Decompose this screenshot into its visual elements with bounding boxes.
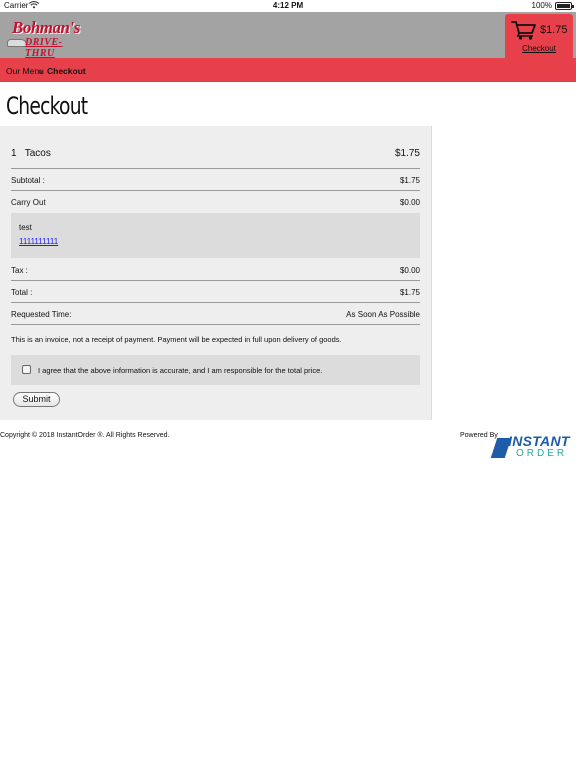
checkout-link[interactable]: Checkout xyxy=(505,44,573,53)
logo-word-order: ORDER xyxy=(516,448,568,459)
item-quantity: 1 xyxy=(11,148,17,159)
shopping-cart-icon xyxy=(511,20,537,40)
site-header: Bohman's DRIVE-THRU $1.75 Checkout xyxy=(0,12,576,59)
requested-time-value: As Soon As Possible xyxy=(346,310,420,319)
divider xyxy=(11,302,420,303)
submit-button[interactable]: Submit xyxy=(13,392,60,407)
carry-out-value: $0.00 xyxy=(399,198,420,207)
divider xyxy=(11,190,420,191)
item-price: $1.75 xyxy=(394,148,420,159)
divider xyxy=(11,280,420,281)
clock: 4:12 PM xyxy=(272,1,304,10)
restaurant-logo[interactable]: Bohman's DRIVE-THRU xyxy=(7,18,91,59)
tax-value: $0.00 xyxy=(399,266,420,275)
customer-phone-link[interactable]: 1111111111 xyxy=(19,237,58,246)
logo-tagline: DRIVE-THRU xyxy=(25,37,63,59)
checkout-panel: 1 Tacos $1.75 Subtotal : $1.75 Carry Out… xyxy=(0,126,432,420)
divider xyxy=(11,324,420,325)
subtotal-value: $1.75 xyxy=(399,176,420,185)
item-name: Tacos xyxy=(24,148,51,159)
invoice-note: This is an invoice, not a receipt of pay… xyxy=(11,335,342,344)
status-bar: Carrier 4:12 PM 100% xyxy=(0,0,576,12)
total-label: Total : xyxy=(11,288,33,297)
logo-brand-text: Bohman's xyxy=(12,18,80,37)
car-icon xyxy=(7,39,27,47)
subtotal-label: Subtotal : xyxy=(11,176,45,185)
copyright-text: Copyright © 2018 InstantOrder ®. All Rig… xyxy=(0,432,170,439)
agreement-box: I agree that the above information is ac… xyxy=(11,355,420,385)
powered-by-label: Powered By xyxy=(460,432,498,439)
cart-total: $1.75 xyxy=(540,24,568,36)
battery-icon xyxy=(555,2,574,10)
agree-label: I agree that the above information is ac… xyxy=(38,366,323,375)
tax-label: Tax : xyxy=(11,266,28,275)
instantorder-logo[interactable]: INSTANT ORDER xyxy=(490,432,572,460)
page-title: Checkout xyxy=(6,92,88,120)
total-value: $1.75 xyxy=(399,288,420,297)
requested-time-label: Requested Time: xyxy=(11,310,72,319)
customer-name: test xyxy=(19,223,32,232)
agree-checkbox[interactable] xyxy=(22,365,31,374)
breadcrumb-separator: » xyxy=(38,66,43,76)
cart-button[interactable]: $1.75 Checkout xyxy=(505,14,573,58)
carry-out-label: Carry Out xyxy=(11,198,46,207)
customer-info-box: test 1111111111 xyxy=(11,213,420,258)
breadcrumb: Our Menu » Checkout xyxy=(0,58,576,82)
breadcrumb-checkout: Checkout xyxy=(47,66,86,76)
divider xyxy=(11,168,420,169)
logo-word-instant: INSTANT xyxy=(508,433,570,449)
battery-percent: 100% xyxy=(531,1,552,10)
